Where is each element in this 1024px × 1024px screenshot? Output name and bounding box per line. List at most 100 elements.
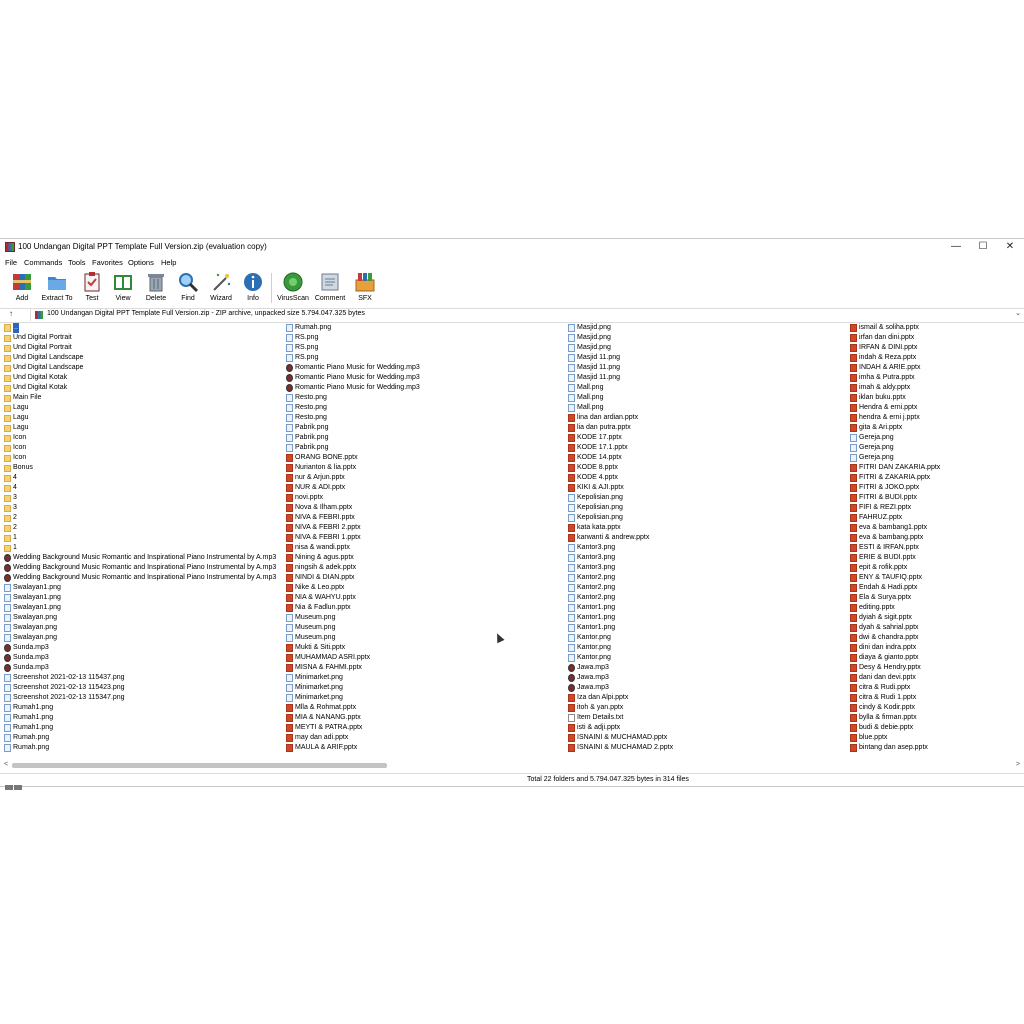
file-row[interactable]: dyiah & sigit.pptx [850, 613, 1020, 623]
file-row[interactable]: epit & rofik.pptx [850, 563, 1020, 573]
file-row[interactable]: ISNAINI & MUCHAMAD.pptx [568, 733, 848, 743]
archive-path-field[interactable]: 100 Undangan Digital PPT Template Full V… [30, 309, 1024, 321]
file-row[interactable]: Masjid.png [568, 343, 848, 353]
file-row[interactable]: KODE 14.pptx [568, 453, 848, 463]
file-row[interactable]: bylla & firman.pptx [850, 713, 1020, 723]
file-row[interactable]: diaya & gianto.pptx [850, 653, 1020, 663]
file-row[interactable]: Minimarket.png [286, 673, 566, 683]
file-row[interactable]: Und Digital Portrait [4, 343, 284, 353]
file-row[interactable]: Masjid.png [568, 323, 848, 333]
file-row[interactable]: Und Digital Portrait [4, 333, 284, 343]
file-row[interactable]: citra & Rudi 1.pptx [850, 693, 1020, 703]
file-row[interactable]: Gereja.png [850, 433, 1020, 443]
scroll-right-arrow[interactable]: > [1016, 761, 1020, 768]
file-row[interactable]: Screenshot 2021-02-13 115437.png [4, 673, 284, 683]
info-button[interactable]: Info [242, 271, 264, 305]
file-row[interactable]: lia dan putra.pptx [568, 423, 848, 433]
file-row[interactable]: Romantic Piano Music for Wedding.mp3 [286, 383, 566, 393]
file-row[interactable]: Mall.png [568, 383, 848, 393]
file-row[interactable]: Swalayan1.png [4, 583, 284, 593]
file-row[interactable]: 2 [4, 523, 284, 533]
file-row[interactable]: itoh & yan.pptx [568, 703, 848, 713]
file-row[interactable]: Kantor2.png [568, 593, 848, 603]
file-row[interactable]: Kantor.png [568, 633, 848, 643]
file-row[interactable]: 1 [4, 533, 284, 543]
file-row[interactable]: Sunda.mp3 [4, 663, 284, 673]
file-row[interactable]: Screenshot 2021-02-13 115423.png [4, 683, 284, 693]
file-row[interactable]: Screenshot 2021-02-13 115347.png [4, 693, 284, 703]
file-row[interactable]: Wedding Background Music Romantic and In… [4, 563, 284, 573]
file-row[interactable]: Kantor2.png [568, 573, 848, 583]
file-row[interactable]: Und Digital Landscape [4, 353, 284, 363]
file-row[interactable]: dyah & sahrial.pptx [850, 623, 1020, 633]
file-row[interactable]: 1 [4, 543, 284, 553]
file-row[interactable]: KODE 17.1.pptx [568, 443, 848, 453]
menu-help[interactable]: Help [161, 258, 176, 267]
file-row[interactable]: Rumah1.png [4, 703, 284, 713]
file-row[interactable]: FIFI & REZI.pptx [850, 503, 1020, 513]
file-row[interactable]: 3 [4, 503, 284, 513]
file-row[interactable]: Desy & Hendry.pptx [850, 663, 1020, 673]
file-row[interactable]: Lagu [4, 403, 284, 413]
file-row[interactable]: Kantor3.png [568, 563, 848, 573]
file-row[interactable]: hendra & erni j.pptx [850, 413, 1020, 423]
file-row[interactable]: Romantic Piano Music for Wedding.mp3 [286, 373, 566, 383]
file-row[interactable]: NIVA & FEBRI 1.pptx [286, 533, 566, 543]
file-row[interactable]: IRFAN & DINI.pptx [850, 343, 1020, 353]
file-row[interactable]: Ela & Surya.pptx [850, 593, 1020, 603]
file-row[interactable]: Minimarket.png [286, 683, 566, 693]
file-row[interactable]: NIVA & FEBRI 2.pptx [286, 523, 566, 533]
scroll-thumb[interactable] [12, 763, 387, 768]
file-row[interactable]: ningsih & adek.pptx [286, 563, 566, 573]
scroll-left-arrow[interactable]: < [4, 761, 8, 768]
file-row[interactable]: iklan buku.pptx [850, 393, 1020, 403]
file-row[interactable]: Item Details.txt [568, 713, 848, 723]
file-row[interactable]: Masjid.png [568, 333, 848, 343]
file-row[interactable]: Icon [4, 433, 284, 443]
menu-tools[interactable]: Tools [68, 258, 86, 267]
file-row[interactable]: cindy & Kodir.pptx [850, 703, 1020, 713]
add-button[interactable]: Add [10, 271, 34, 305]
file-row[interactable]: imha & Putra.pptx [850, 373, 1020, 383]
file-row[interactable]: MEYTI & PATRA.pptx [286, 723, 566, 733]
file-row[interactable]: may dan adi.pptx [286, 733, 566, 743]
file-row[interactable]: eva & bambang.pptx [850, 533, 1020, 543]
file-row[interactable]: Museum.png [286, 623, 566, 633]
file-row[interactable]: Nurianton & lia.pptx [286, 463, 566, 473]
file-row[interactable]: .. [4, 323, 284, 333]
file-row[interactable]: imah & aldy.pptx [850, 383, 1020, 393]
file-row[interactable]: NIA & WAHYU.pptx [286, 593, 566, 603]
file-row[interactable]: irfan dan dini.pptx [850, 333, 1020, 343]
file-row[interactable]: KODE 17.pptx [568, 433, 848, 443]
file-row[interactable]: Icon [4, 443, 284, 453]
file-row[interactable]: Jawa.mp3 [568, 663, 848, 673]
file-row[interactable]: ORANG BONE.pptx [286, 453, 566, 463]
file-row[interactable]: Pabrik.png [286, 433, 566, 443]
file-row[interactable]: dini dan indra.pptx [850, 643, 1020, 653]
file-row[interactable]: Nia & Fadlun.pptx [286, 603, 566, 613]
file-row[interactable]: KIKI & AJI.pptx [568, 483, 848, 493]
file-row[interactable]: isti & adji.pptx [568, 723, 848, 733]
file-row[interactable]: Jawa.mp3 [568, 673, 848, 683]
file-row[interactable]: Swalayan.png [4, 633, 284, 643]
file-row[interactable]: Museum.png [286, 613, 566, 623]
file-row[interactable]: Kantor3.png [568, 543, 848, 553]
file-row[interactable]: KODE 8.pptx [568, 463, 848, 473]
file-row[interactable]: Kepolisian.png [568, 513, 848, 523]
file-row[interactable]: ISNAINI & MUCHAMAD 2.pptx [568, 743, 848, 753]
file-row[interactable]: NINDI & DIAN.pptx [286, 573, 566, 583]
file-row[interactable]: RS.png [286, 353, 566, 363]
file-row[interactable]: Museum.png [286, 633, 566, 643]
file-row[interactable]: Icon [4, 453, 284, 463]
virusscan-button[interactable]: VirusScan [276, 271, 310, 305]
file-row[interactable]: Romantic Piano Music for Wedding.mp3 [286, 363, 566, 373]
find-button[interactable]: Find [176, 271, 200, 305]
file-row[interactable]: Swalayan.png [4, 623, 284, 633]
file-row[interactable]: editing.pptx [850, 603, 1020, 613]
file-row[interactable]: Resto.png [286, 393, 566, 403]
maximize-button[interactable]: ☐ [977, 241, 989, 253]
file-row[interactable]: MIA & NANANG.pptx [286, 713, 566, 723]
file-row[interactable]: Kantor.png [568, 653, 848, 663]
file-row[interactable]: MAULA & ARIF.pptx [286, 743, 566, 753]
sfx-button[interactable]: SFX [354, 271, 376, 305]
